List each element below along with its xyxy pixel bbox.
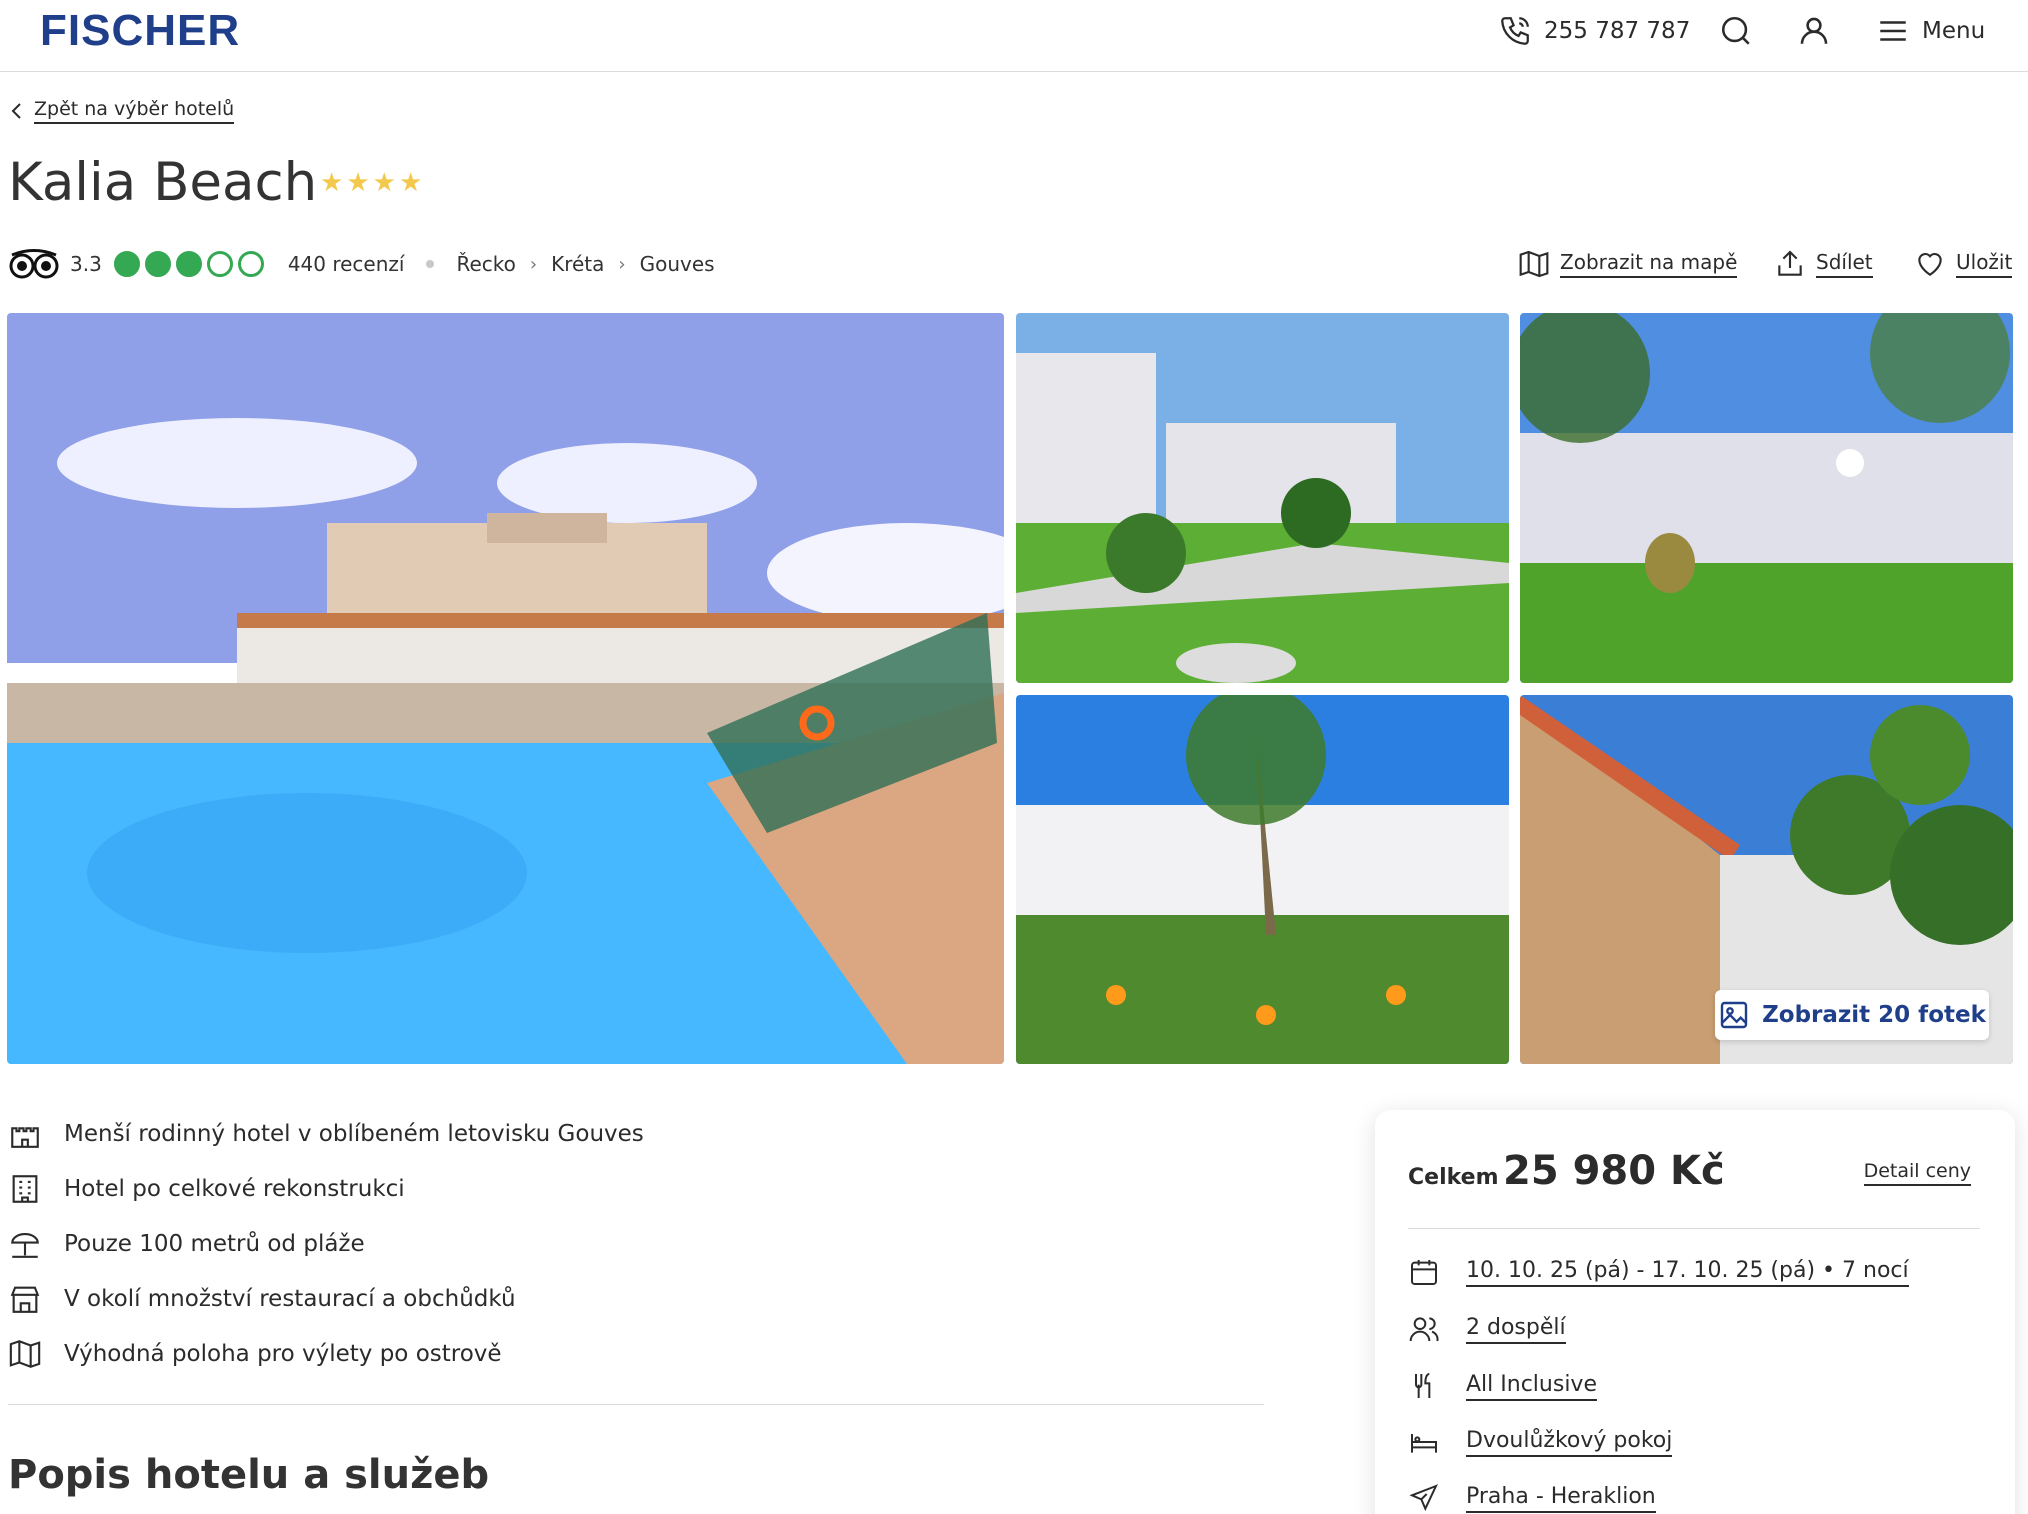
phone-icon [1501, 17, 1529, 45]
star-icon: ★ [346, 168, 370, 198]
bed-icon [1411, 1434, 1437, 1453]
feature-item: Výhodná poloha pro výlety po ostrově [8, 1326, 644, 1381]
feature-list: Menší rodinný hotel v oblíbeném letovisk… [8, 1106, 644, 1381]
hotel-name: Kalia Beach [8, 152, 318, 213]
building-icon [12, 1174, 38, 1203]
show-on-map-button[interactable]: Zobrazit na mapě [1518, 248, 1738, 280]
rating-bubble-full [175, 251, 202, 277]
feature-item: V okolí množství restaurací a obchůdků [8, 1271, 644, 1326]
chevron-right-icon: › [529, 253, 538, 275]
feature-item: Pouze 100 metrů od pláže [8, 1216, 644, 1271]
hamburger-icon [1880, 21, 1906, 41]
store-icon [10, 1286, 40, 1313]
image-icon [1720, 1001, 1748, 1029]
search-icon [1721, 16, 1750, 45]
feature-item: Menší rodinný hotel v oblíbeném letovisk… [8, 1106, 644, 1161]
share-icon [1778, 250, 1802, 276]
breadcrumb-resort[interactable]: Gouves [640, 252, 715, 276]
breadcrumb-region[interactable]: Kréta [551, 252, 604, 276]
beach-umbrella-icon [11, 1232, 39, 1258]
card-divider [1408, 1228, 1980, 1229]
room-value: Dvoulůžkový pokoj [1466, 1428, 1673, 1457]
chevron-right-icon: › [618, 253, 626, 275]
section-divider [8, 1404, 1264, 1405]
fischer-logo[interactable]: FISCHER [40, 6, 240, 56]
map-icon [9, 1339, 41, 1368]
location-breadcrumb: Řecko › Kréta › Gouves [456, 252, 714, 276]
share-button[interactable]: Sdílet [1774, 248, 1873, 280]
tripadvisor-icon [9, 249, 59, 279]
phone-link[interactable]: 255 787 787 [1498, 14, 1690, 48]
photo-garden-3[interactable] [1016, 695, 1509, 1064]
menu-button[interactable]: Menu [1876, 14, 1985, 48]
hotel-stars: ★ ★ ★ ★ [320, 170, 422, 196]
account-button[interactable] [1797, 14, 1831, 48]
save-button[interactable]: Uložit [1914, 248, 2013, 280]
travelers-row[interactable]: 2 dospělí [1408, 1313, 1566, 1345]
rating-bubble-empty [206, 251, 233, 277]
flight-value: Praha - Heraklion [1466, 1484, 1656, 1513]
separator-dot [426, 260, 435, 268]
search-button[interactable] [1719, 14, 1753, 48]
feature-item: Hotel po celkové rekonstrukci [8, 1161, 644, 1216]
user-icon [1800, 17, 1828, 44]
main-photo-pool[interactable] [7, 313, 1004, 1064]
reviews-link[interactable]: 440 recenzí [288, 252, 405, 276]
castle-icon [11, 1126, 39, 1148]
chevron-left-icon [11, 103, 21, 119]
save-label: Uložit [1956, 250, 2013, 278]
rating-bubble-full [113, 251, 140, 277]
total-price: 25 980 Kč [1503, 1148, 1725, 1194]
show-all-photos-button[interactable]: Zobrazit 20 fotek [1715, 990, 1989, 1040]
share-label: Sdílet [1816, 250, 1873, 278]
rating-bubble-full [144, 251, 171, 277]
photo-garden-1[interactable] [1016, 313, 1509, 683]
board-row[interactable]: All Inclusive [1408, 1370, 1597, 1402]
flight-row[interactable]: Praha - Heraklion [1408, 1482, 1656, 1514]
back-link[interactable]: Zpět na výběr hotelů [10, 98, 235, 124]
star-icon: ★ [372, 168, 396, 198]
show-on-map-label: Zobrazit na mapě [1560, 250, 1738, 278]
board-value: All Inclusive [1466, 1372, 1597, 1401]
phone-number: 255 787 787 [1544, 18, 1691, 44]
price-card: Celkem 25 980 Kč Detail ceny 10. 10. 25 … [1375, 1110, 2015, 1514]
rating-bubbles [113, 251, 264, 277]
photo-garden-2[interactable] [1520, 313, 2013, 683]
back-link-label: Zpět na výběr hotelů [34, 98, 235, 124]
dates-row[interactable]: 10. 10. 25 (pá) - 17. 10. 25 (pá) • 7 no… [1408, 1256, 1909, 1288]
heart-icon [1918, 252, 1942, 276]
star-icon: ★ [320, 168, 344, 198]
calendar-icon [1411, 1260, 1437, 1285]
section-title: Popis hotelu a služeb [8, 1452, 490, 1498]
price-detail-link[interactable]: Detail ceny [1863, 1160, 1971, 1186]
dates-value: 10. 10. 25 (pá) - 17. 10. 25 (pá) • 7 no… [1466, 1258, 1909, 1287]
room-row[interactable]: Dvoulůžkový pokoj [1408, 1426, 1673, 1458]
star-icon: ★ [398, 168, 423, 198]
plane-icon [1409, 1484, 1438, 1512]
map-icon [1519, 250, 1549, 278]
people-icon [1409, 1317, 1439, 1342]
show-all-photos-label: Zobrazit 20 fotek [1762, 1002, 1986, 1028]
rating-score: 3.3 [70, 252, 102, 276]
rating-row: 3.3 440 recenzí Řecko › Kréta › Gouves [8, 248, 715, 280]
breadcrumb-country[interactable]: Řecko [456, 252, 515, 276]
travelers-value: 2 dospělí [1466, 1315, 1566, 1344]
menu-label: Menu [1922, 18, 1986, 44]
top-header: FISCHER 255 787 787 Menu [0, 0, 2028, 72]
total-label: Celkem [1408, 1165, 1499, 1190]
cutlery-icon [1415, 1373, 1431, 1398]
rating-bubble-empty [237, 251, 264, 277]
